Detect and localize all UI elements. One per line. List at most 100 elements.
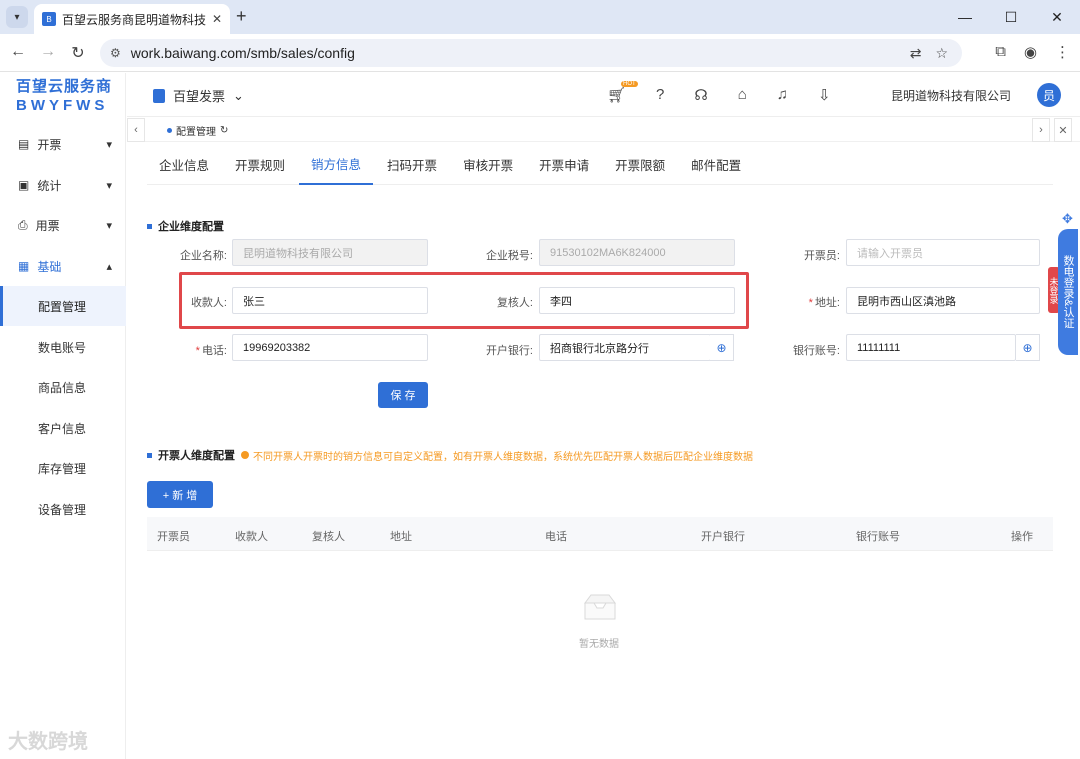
address-input[interactable]: 昆明市西山区滇池路 (846, 287, 1040, 314)
col-phone: 电话 (545, 531, 567, 543)
required-mark: * (808, 297, 813, 309)
maximize-button[interactable]: ☐ (988, 0, 1034, 34)
section-company-config: 企业维度配置 (147, 218, 224, 234)
tab-close-icon[interactable]: ✕ (212, 12, 222, 26)
sidebar-sub-inventory[interactable]: 库存管理 (0, 448, 126, 488)
account-add-icon[interactable]: ⊕ (1016, 334, 1040, 361)
tab-invoice-rules[interactable]: 开票规则 (223, 143, 297, 185)
close-tabs-icon[interactable]: ✕ (1054, 118, 1072, 142)
reload-icon[interactable]: ↻ (68, 43, 88, 63)
sidebar-item-use-ticket[interactable]: ⎙ 用票 ▾ (0, 205, 126, 245)
sidebar-sub-device[interactable]: 设备管理 (0, 489, 126, 529)
bookmark-star-icon[interactable]: ☆ (935, 45, 948, 62)
window-controls: — ☐ ✕ (942, 0, 1080, 34)
tab-seller-info[interactable]: 销方信息 (299, 143, 374, 185)
section-title: 企业维度配置 (158, 221, 224, 233)
tab-invoice-limit[interactable]: 开票限额 (603, 143, 677, 185)
bank-input[interactable]: 招商银行北京路分行 (539, 334, 711, 361)
tab-invoice-request[interactable]: 开票申请 (527, 143, 601, 185)
company-name-field: 昆明道物科技有限公司 (232, 239, 428, 266)
col-issuer: 开票员 (157, 531, 190, 543)
sidebar-item-label: 基础 (37, 259, 62, 274)
url-bar[interactable]: ⚙ work.baiwang.com/smb/sales/config ⇄ ☆ (100, 39, 962, 67)
sidebar-sub-account[interactable]: 数电账号 (0, 327, 126, 367)
address-label: * 地址: (770, 294, 840, 310)
help-icon[interactable]: ? (656, 86, 664, 104)
page-tab-label: 配置管理 (176, 127, 216, 138)
refresh-icon[interactable]: ↻ (220, 125, 228, 136)
printer-icon: ⎙ (18, 217, 28, 232)
top-icon-group: 🛒︎ HOT ? ☊ ⌂ ♫ ⇩ (607, 81, 831, 104)
chevron-down-icon: ▾ (106, 179, 112, 192)
config-tabs: 企业信息 开票规则 销方信息 扫码开票 审核开票 开票申请 开票限额 邮件配置 (147, 143, 1053, 185)
add-button[interactable]: + 新 增 (147, 481, 213, 508)
save-button[interactable]: 保 存 (378, 382, 428, 408)
main-content: 企业信息 开票规则 销方信息 扫码开票 审核开票 开票申请 开票限额 邮件配置 … (127, 143, 1080, 759)
product-switcher[interactable]: 百望发票 ⌄ (153, 86, 244, 105)
store-icon[interactable]: ⌂ (738, 86, 747, 104)
brand-name: 百望云服务商 (16, 78, 113, 95)
url-text: work.baiwang.com/smb/sales/config (130, 45, 355, 61)
page-tab-config[interactable]: 配置管理 ↻ (167, 123, 228, 138)
chart-icon: ▣ (18, 178, 30, 192)
chevron-down-icon: ▾ (106, 138, 112, 151)
active-dot-icon (167, 128, 172, 133)
brand-abbr: BWYFWS (16, 97, 109, 114)
scroll-right-icon[interactable]: › (1032, 118, 1050, 142)
tab-scan-invoice[interactable]: 扫码开票 (375, 143, 449, 185)
tab-mail-config[interactable]: 邮件配置 (679, 143, 753, 185)
new-tab-button[interactable]: + (236, 6, 247, 27)
download-icon[interactable]: ⇩ (818, 86, 831, 104)
sidebar-item-label: 开票 (37, 137, 62, 152)
product-name: 百望发票 (173, 89, 226, 104)
cart-icon[interactable]: 🛒︎ HOT (607, 81, 638, 104)
sidebar-item-stats[interactable]: ▣ 统计 ▾ (0, 165, 126, 205)
company-name[interactable]: 昆明道物科技有限公司 (891, 87, 1011, 104)
hot-badge: HOT (621, 81, 638, 87)
phone-label: * 电话: (157, 342, 227, 358)
browser-tab[interactable]: B 百望云服务商昆明道物科技有限公司 ✕ (34, 4, 230, 34)
support-icon[interactable]: ☊ (694, 86, 707, 104)
more-menu-icon[interactable]: ⋮ (1055, 43, 1070, 61)
sidebar-item-base[interactable]: ▦ 基础 ▴ (0, 246, 126, 286)
bank-add-icon[interactable]: ⊕ (710, 334, 734, 361)
sidebar-sub-goods[interactable]: 商品信息 (0, 367, 126, 407)
drag-move-icon[interactable]: ✥ (1062, 211, 1073, 227)
close-window-button[interactable]: ✕ (1034, 0, 1080, 34)
scroll-left-icon[interactable]: ‹ (127, 118, 145, 142)
profile-icon[interactable]: ◉ (1024, 43, 1037, 61)
address-label-text: 地址: (814, 297, 840, 309)
phone-label-text: 电话: (201, 345, 227, 357)
issuer-input[interactable]: 请输入开票员 (846, 239, 1040, 266)
tab-search-icon[interactable]: ▾ (6, 6, 28, 28)
sidebar-item-label: 用票 (35, 218, 60, 233)
sidebar-sub-customer[interactable]: 客户信息 (0, 408, 126, 448)
sidebar-sub-config[interactable]: 配置管理 (0, 286, 126, 326)
digital-login-button[interactable]: 数电登录&认证 (1058, 229, 1078, 355)
col-account: 银行账号 (856, 531, 900, 543)
account-input[interactable]: 11111111 (846, 334, 1016, 361)
back-icon[interactable]: ← (8, 43, 28, 61)
forward-icon[interactable]: → (38, 43, 58, 61)
section-title: 开票人维度配置 (158, 450, 235, 462)
translate-icon[interactable]: ⇄ (910, 45, 922, 62)
sidebar-item-invoice[interactable]: ▤ 开票 ▾ (0, 124, 126, 164)
col-address: 地址 (390, 531, 412, 543)
bell-icon[interactable]: ♫ (777, 86, 788, 104)
section-marker-icon (147, 223, 152, 229)
avatar[interactable]: 员 (1037, 83, 1061, 107)
extensions-icon[interactable]: ⧉ (995, 43, 1006, 61)
hint-message: 不同开票人开票时的销方信息可自定义配置，如有开票人维度数据，系统优先匹配开票人数… (253, 451, 753, 463)
company-name-label: 企业名称: (179, 250, 227, 262)
tab-review-invoice[interactable]: 审核开票 (451, 143, 525, 185)
address-bar: ← → ↻ ⚙ work.baiwang.com/smb/sales/confi… (0, 34, 1080, 72)
empty-text: 暂无数据 (579, 639, 619, 650)
tab-company-info[interactable]: 企业信息 (147, 143, 221, 185)
phone-input[interactable]: 19969203382 (232, 334, 428, 361)
tax-id-field: 91530102MA6K824000 (539, 239, 735, 266)
favicon-icon: B (42, 12, 56, 26)
site-info-icon[interactable]: ⚙ (110, 46, 121, 60)
minimize-button[interactable]: — (942, 0, 988, 34)
info-icon (241, 451, 249, 459)
col-reviewer: 复核人 (312, 531, 345, 543)
